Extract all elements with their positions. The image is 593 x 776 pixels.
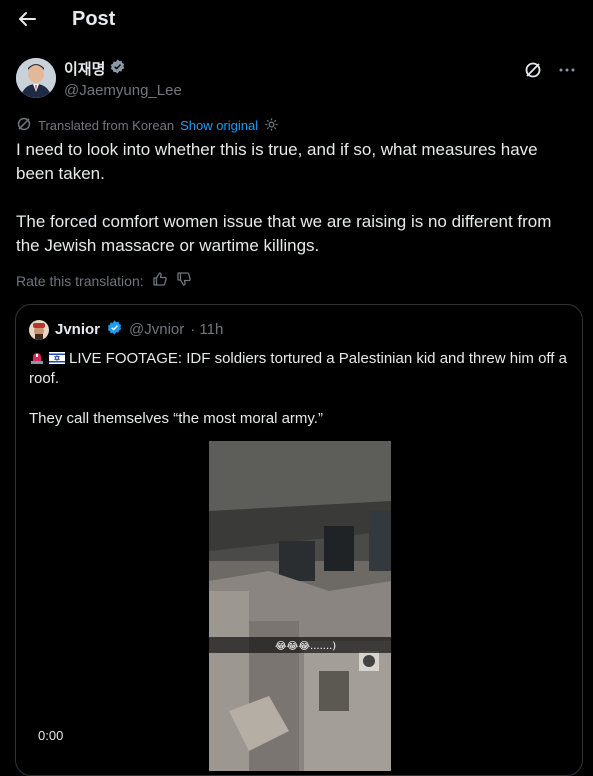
- quoted-timestamp[interactable]: · 11h: [190, 321, 223, 338]
- quoted-text-line: They call themselves “the most moral arm…: [29, 410, 323, 427]
- quoted-text-line: LIVE FOOTAGE: IDF soldiers tortured a Pa…: [29, 350, 567, 387]
- israel-flag-icon: [49, 350, 65, 364]
- translate-icon: [16, 116, 32, 135]
- page-header: Post: [0, 0, 593, 40]
- more-options-icon[interactable]: [557, 60, 577, 85]
- tweet-actions-top: [523, 60, 577, 85]
- translation-notice: Translated from Korean Show original: [16, 116, 279, 135]
- tweet-text: I need to look into whether this is true…: [16, 138, 576, 282]
- avatar[interactable]: [16, 58, 56, 98]
- thumbs-down-icon[interactable]: [176, 271, 192, 290]
- settings-gear-icon[interactable]: [264, 117, 279, 135]
- verified-badge-icon: [106, 319, 123, 340]
- video-caption: 😂😂😂.......): [275, 641, 336, 652]
- show-original-link[interactable]: Show original: [180, 118, 258, 133]
- quoted-avatar[interactable]: [29, 319, 49, 340]
- page-title: Post: [72, 8, 116, 30]
- author-handle[interactable]: @Jaemyung_Lee: [64, 82, 182, 99]
- translated-label: Translated from Korean: [38, 118, 175, 133]
- author-block: 이재명 @Jaemyung_Lee: [64, 58, 182, 99]
- siren-emoji-icon: [29, 350, 45, 364]
- back-arrow-icon[interactable]: [16, 8, 38, 30]
- rate-label: Rate this translation:: [16, 272, 144, 289]
- quoted-text: LIVE FOOTAGE: IDF soldiers tortured a Pa…: [29, 349, 574, 449]
- video-frame: 😂😂😂.......): [209, 441, 391, 771]
- author-display-name[interactable]: 이재명: [64, 58, 105, 79]
- tweet-paragraph: I need to look into whether this is true…: [16, 140, 538, 183]
- quoted-display-name[interactable]: Jvnior: [55, 321, 100, 338]
- video-player[interactable]: 😂😂😂.......): [209, 441, 391, 771]
- verified-badge-icon: [109, 58, 126, 79]
- quoted-handle[interactable]: @Jvnior: [129, 321, 184, 338]
- thumbs-up-icon[interactable]: [152, 271, 168, 290]
- quoted-tweet-header: Jvnior @Jvnior · 11h: [29, 319, 223, 340]
- video-timecode: 0:00: [38, 728, 64, 743]
- grok-icon[interactable]: [523, 60, 543, 85]
- rate-translation: Rate this translation:: [16, 271, 192, 290]
- quoted-tweet[interactable]: Jvnior @Jvnior · 11h LIVE FOOTAGE: IDF s…: [15, 304, 583, 776]
- tweet-paragraph: The forced comfort women issue that we a…: [16, 212, 552, 255]
